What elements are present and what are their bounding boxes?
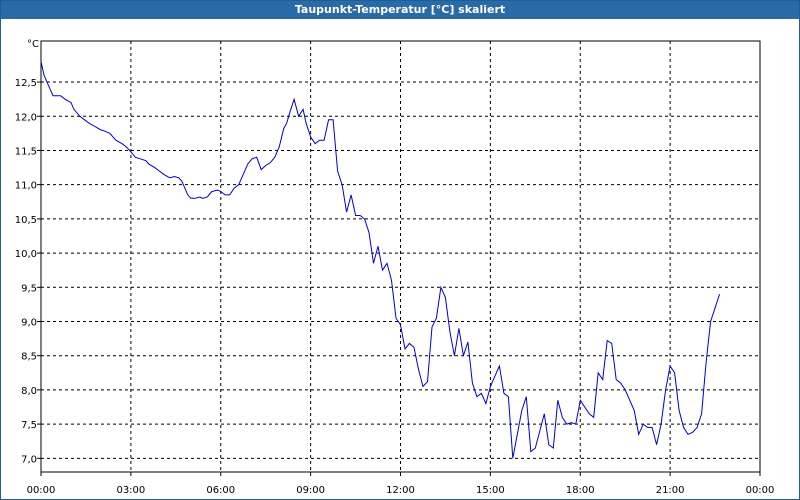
- y-tick-label: 8,0: [21, 386, 37, 397]
- y-tick-label: 8,5: [21, 352, 37, 363]
- y-tick-label: 9,5: [21, 283, 37, 294]
- x-tick-time-label: 00:00: [746, 485, 775, 496]
- y-axis-unit: °C: [27, 39, 39, 50]
- x-tick-time-label: 15:00: [476, 485, 505, 496]
- y-tick-label: 10,5: [15, 215, 37, 226]
- series-line: [40, 61, 721, 459]
- y-tick-label: 11,0: [15, 181, 37, 192]
- chart-window: Taupunkt-Temperatur [°C] skaliert °C 12,…: [0, 0, 800, 500]
- grid: [41, 41, 760, 472]
- y-axis-ticks: 12,5 12,0 11,5 11,0 10,5 10,0 9,5 9,0 8,5 8,0 7,5 7…: [15, 78, 41, 465]
- x-tick-time-label: 21:00: [656, 485, 685, 496]
- y-tick-label: 9,0: [21, 317, 37, 328]
- x-tick-time-label: 12:00: [386, 485, 415, 496]
- y-tick-label: 7,5: [21, 420, 37, 431]
- x-tick-time-label: 06:00: [206, 485, 235, 496]
- y-tick-label: 11,5: [15, 146, 37, 157]
- y-tick-label: 7,0: [21, 454, 37, 465]
- y-tick-label: 12,0: [15, 112, 37, 123]
- x-tick-time-label: 03:00: [116, 485, 145, 496]
- y-tick-label: 12,5: [15, 78, 37, 89]
- x-tick-time-label: 00:00: [27, 485, 56, 496]
- y-tick-label: 10,0: [15, 249, 37, 260]
- x-axis-ticks: 00:0006.08.1703:0006.08.1706:0006.08.170…: [27, 472, 775, 496]
- chart-title: Taupunkt-Temperatur [°C] skaliert: [1, 1, 799, 19]
- x-tick-time-label: 18:00: [566, 485, 595, 496]
- chart-area: °C 12,5 12,0 11,5 11,0 10,5 10,0 9,5 9,0 8,5 8,0 7…: [15, 39, 775, 496]
- x-tick-time-label: 09:00: [296, 485, 325, 496]
